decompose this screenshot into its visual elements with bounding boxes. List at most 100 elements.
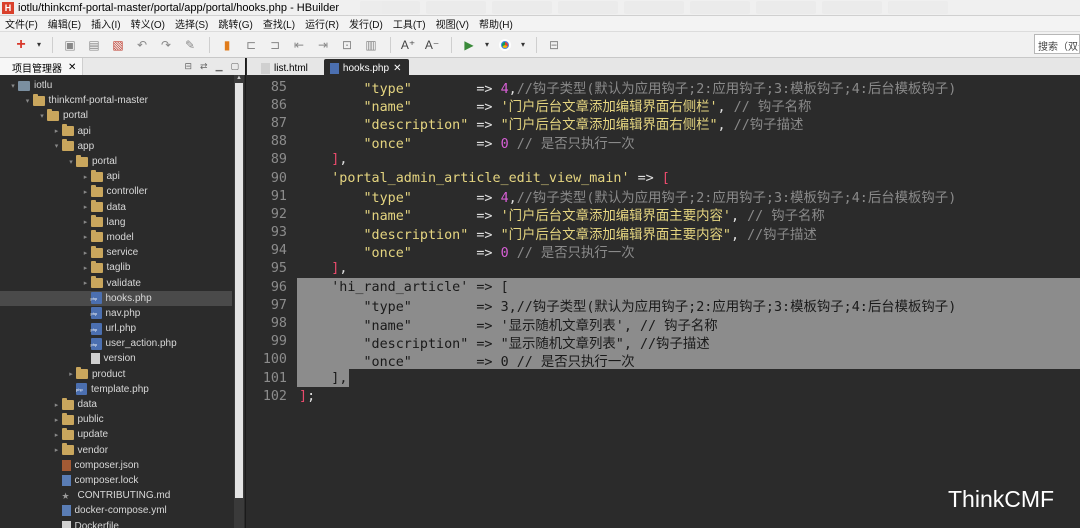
close-icon[interactable]: ✕ <box>68 62 76 73</box>
code-view[interactable]: 85 "type" => 4,//钩子类型(默认为应用钩子;2:应用钩子;3:模… <box>247 78 1080 528</box>
expand-toggle-icon[interactable]: ▸ <box>52 401 62 409</box>
help-icon[interactable]: ⊟ <box>543 36 565 54</box>
tree-item[interactable]: ▸ model <box>0 230 232 245</box>
editor-tab[interactable]: list.html <box>255 59 320 75</box>
link-editor-icon[interactable]: ⇄ <box>200 61 208 72</box>
expand-toggle-icon[interactable]: ▸ <box>81 264 91 272</box>
tree-item[interactable]: ▸ public <box>0 412 232 427</box>
expand-toggle-icon[interactable]: ▾ <box>66 158 76 166</box>
menu-item[interactable]: 视图(V) <box>431 16 474 31</box>
code-line[interactable]: 99 "description" => "显示随机文章列表", //钩子描述 <box>247 332 1080 352</box>
tree-item[interactable]: ★ CONTRIBUTING.md <box>0 488 232 503</box>
tree-item[interactable]: ▸ service <box>0 245 232 260</box>
expand-toggle-icon[interactable]: ▸ <box>81 218 91 226</box>
browser-preview-button[interactable] <box>494 36 516 54</box>
code-line[interactable]: 87 "description" => "门户后台文章添加编辑界面右侧栏", /… <box>247 114 1080 134</box>
browser-dropdown-icon[interactable]: ▾ <box>518 36 528 54</box>
expand-toggle-icon[interactable]: ▸ <box>81 249 91 257</box>
code-line[interactable]: 102]; <box>247 387 1080 405</box>
font-decrease-icon[interactable]: A⁻ <box>421 36 443 54</box>
tree-item[interactable]: ▸ api <box>0 169 232 184</box>
goto-end-icon[interactable]: ⇥ <box>312 36 334 54</box>
tree-item[interactable]: ▸ product <box>0 367 232 382</box>
menu-item[interactable]: 编辑(E) <box>43 16 86 31</box>
expand-toggle-icon[interactable]: ▸ <box>52 431 62 439</box>
expand-toggle-icon[interactable]: ▸ <box>81 188 91 196</box>
menu-item[interactable]: 转义(O) <box>126 16 170 31</box>
project-manager-tab[interactable]: 项目管理器 ✕ <box>0 58 84 75</box>
tree-item[interactable]: url.php <box>0 321 232 336</box>
comment-icon[interactable]: ⊡ <box>336 36 358 54</box>
code-line[interactable]: 90 'portal_admin_article_edit_view_main'… <box>247 169 1080 187</box>
expand-toggle-icon[interactable]: ▸ <box>66 370 76 378</box>
code-line[interactable]: 95 ], <box>247 260 1080 278</box>
tree-item[interactable]: nav.php <box>0 306 232 321</box>
menu-item[interactable]: 选择(S) <box>170 16 213 31</box>
minimize-panel-icon[interactable]: ▁ <box>216 61 223 72</box>
expand-toggle-icon[interactable]: ▸ <box>81 173 91 181</box>
menu-item[interactable]: 帮助(H) <box>474 16 518 31</box>
tree-item[interactable]: template.php <box>0 382 232 397</box>
undo-icon[interactable]: ↶ <box>131 36 153 54</box>
code-line[interactable]: 88 "once" => 0 // 是否只执行一次 <box>247 133 1080 152</box>
tree-item[interactable]: ▸ api <box>0 124 232 139</box>
code-line[interactable]: 86 "name" => '门户后台文章添加编辑界面右侧栏', // 钩子名称 <box>247 96 1080 116</box>
scroll-up-icon[interactable]: ▲ <box>234 75 244 83</box>
bookmark-next-icon[interactable]: ⊐ <box>264 36 286 54</box>
code-line[interactable]: 85 "type" => 4,//钩子类型(默认为应用钩子;2:应用钩子;3:模… <box>247 78 1080 98</box>
code-line[interactable]: 96 'hi_rand_article' => [ <box>247 278 1080 297</box>
tree-scrollbar[interactable]: ▲ <box>234 75 244 528</box>
menu-item[interactable]: 跳转(G) <box>213 16 257 31</box>
code-line[interactable]: 92 "name" => '门户后台文章添加编辑界面主要内容', // 钩子名称 <box>247 205 1080 225</box>
editor-tab[interactable]: hooks.php ✕ <box>323 59 410 75</box>
tree-item[interactable]: user_action.php <box>0 336 232 351</box>
tree-item[interactable]: ▸ validate <box>0 275 232 290</box>
goto-start-icon[interactable]: ⇤ <box>288 36 310 54</box>
format-icon[interactable]: ✎ <box>179 36 201 54</box>
bookmark-prev-icon[interactable]: ⊏ <box>240 36 262 54</box>
tree-item[interactable]: version <box>0 351 232 366</box>
tree-item[interactable]: ▾ portal <box>0 108 232 123</box>
code-line[interactable]: 98 "name" => '显示随机文章列表', // 钩子名称 <box>247 314 1080 334</box>
run-icon[interactable]: ▶ <box>458 36 480 54</box>
expand-toggle-icon[interactable]: ▾ <box>37 112 47 120</box>
tree-item[interactable]: hooks.php <box>0 290 232 306</box>
menu-item[interactable]: 运行(R) <box>300 16 344 31</box>
tree-item[interactable]: ▸ taglib <box>0 260 232 275</box>
code-line[interactable]: 100 "once" => 0 // 是否只执行一次 <box>247 350 1080 370</box>
expand-toggle-icon[interactable]: ▸ <box>52 416 62 424</box>
close-file-icon[interactable]: ▧ <box>107 36 129 54</box>
tree-item[interactable]: ▸ vendor <box>0 443 232 458</box>
bookmark-icon[interactable]: ▮ <box>216 36 238 54</box>
expand-toggle-icon[interactable]: ▾ <box>23 97 33 105</box>
menu-item[interactable]: 文件(F) <box>0 16 43 31</box>
tree-item[interactable]: ▾ thinkcmf-portal-master <box>0 93 232 108</box>
maximize-panel-icon[interactable]: ▢ <box>230 61 239 72</box>
code-line[interactable]: 97 "type" => 3,//钩子类型(默认为应用钩子;2:应用钩子;3:模… <box>247 296 1080 315</box>
tree-item[interactable]: ▸ controller <box>0 184 232 199</box>
tree-item[interactable]: composer.json <box>0 458 232 473</box>
tree-item[interactable]: ▾ portal <box>0 154 232 169</box>
new-dropdown-icon[interactable]: ▾ <box>34 36 44 54</box>
tree-item[interactable]: ▸ data <box>0 397 232 412</box>
expand-toggle-icon[interactable]: ▸ <box>52 127 62 135</box>
code-line[interactable]: 101 ], <box>247 369 1080 388</box>
tree-item[interactable]: ▸ lang <box>0 215 232 230</box>
menu-item[interactable]: 查找(L) <box>258 16 300 31</box>
close-icon[interactable]: ✕ <box>393 63 401 74</box>
menu-item[interactable]: 发行(D) <box>344 16 388 31</box>
save-all-icon[interactable]: ▤ <box>83 36 105 54</box>
menu-item[interactable]: 插入(I) <box>86 16 125 31</box>
tree-item[interactable]: composer.lock <box>0 473 232 488</box>
menu-item[interactable]: 工具(T) <box>388 16 431 31</box>
split-view-icon[interactable]: ▥ <box>360 36 382 54</box>
tree-item[interactable]: ▸ update <box>0 427 232 442</box>
redo-icon[interactable]: ↷ <box>155 36 177 54</box>
expand-toggle-icon[interactable]: ▾ <box>52 142 62 150</box>
font-increase-icon[interactable]: A⁺ <box>397 36 419 54</box>
expand-toggle-icon[interactable]: ▾ <box>8 82 18 90</box>
expand-toggle-icon[interactable]: ▸ <box>81 203 91 211</box>
code-line[interactable]: 91 "type" => 4,//钩子类型(默认为应用钩子;2:应用钩子;3:模… <box>247 187 1080 207</box>
new-file-button[interactable]: + <box>10 36 32 54</box>
code-line[interactable]: 94 "once" => 0 // 是否只执行一次 <box>247 242 1080 261</box>
